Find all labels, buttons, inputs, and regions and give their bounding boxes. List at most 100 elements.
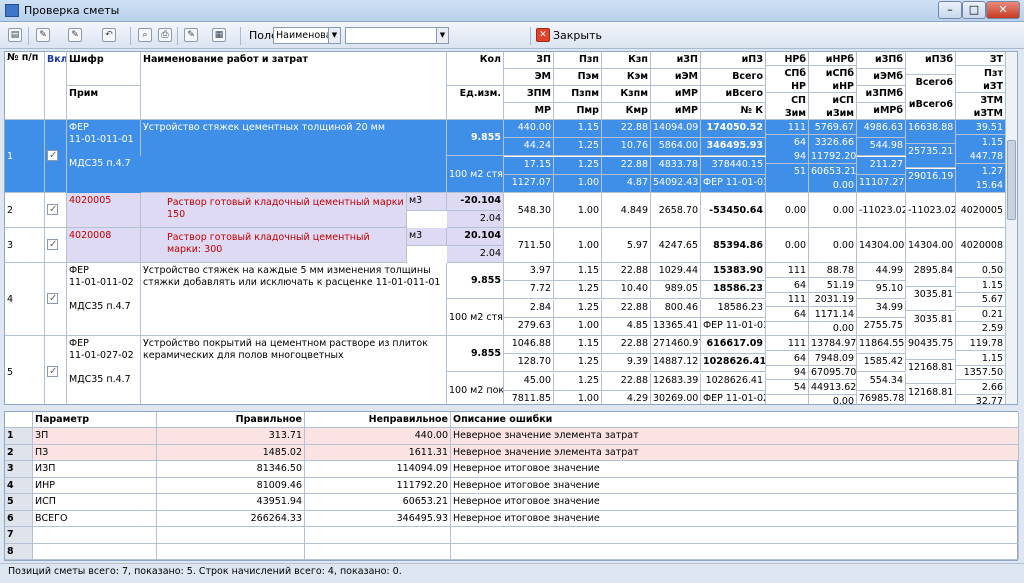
save-icon[interactable]: ▤	[8, 28, 22, 42]
row-e-2: 18586.23	[701, 300, 766, 318]
error-cell-1: ЗП	[33, 428, 157, 445]
row-h-2: 34.99	[857, 300, 906, 318]
header-c-3: Кмр	[602, 103, 651, 120]
row-b-2: 1.25	[554, 300, 602, 318]
row-name[interactable]: Раствор готовый кладочный цементный марк…	[141, 193, 407, 228]
chevron-down-icon[interactable]: ▼	[328, 28, 340, 43]
row-d-0: 14094.09	[651, 120, 701, 138]
row-checkbox[interactable]	[45, 193, 67, 228]
header-h-0: иЗПб	[857, 52, 906, 69]
error-cell-1: ИНР	[33, 477, 157, 494]
error-cell-3	[305, 543, 451, 560]
row-value-6: 0.00	[809, 228, 857, 263]
enabled-checkbox[interactable]	[47, 202, 58, 218]
row-number[interactable]: 2	[5, 193, 45, 228]
row-h-0: 4986.63	[857, 120, 906, 138]
close-window-button[interactable]: ✕	[986, 1, 1020, 19]
error-row-number: 1	[5, 428, 33, 445]
header-num: № п/п	[5, 52, 45, 120]
undo-icon[interactable]: ↶	[102, 28, 116, 42]
field-select[interactable]: Наименован ▼	[273, 27, 341, 44]
row-a-3: 1127.07	[504, 175, 554, 193]
row-unit: м3	[407, 193, 447, 211]
row-number[interactable]: 1	[5, 120, 45, 193]
format-icon[interactable]: ✎	[184, 28, 198, 42]
print-icon[interactable]: ⎙	[158, 28, 172, 42]
edit-icon[interactable]: ✎	[68, 28, 82, 42]
row-e-0: 15383.90	[701, 263, 766, 281]
enabled-checkbox[interactable]	[47, 291, 58, 307]
header-i-0: иПЗб	[906, 52, 956, 75]
table-icon[interactable]: ▦	[212, 28, 226, 42]
error-cell-3: 1611.31	[305, 444, 451, 461]
row-name[interactable]: Устройство покрытий на цементном раствор…	[141, 336, 447, 404]
scroll-thumb[interactable]	[1007, 140, 1016, 220]
row-checkbox[interactable]	[45, 336, 67, 404]
row-d-1: 14887.12	[651, 354, 701, 372]
header-b-2: Пзпм	[554, 86, 602, 103]
error-cell-4	[451, 527, 1019, 544]
row-code[interactable]: 4020008	[67, 228, 141, 263]
enabled-checkbox[interactable]	[47, 148, 58, 164]
header-prim: Прим	[67, 86, 141, 120]
row-a-1: 128.70	[504, 354, 554, 372]
row-checkbox[interactable]	[45, 228, 67, 263]
row-name[interactable]: Устройство стяжек на каждые 5 мм изменен…	[141, 263, 447, 336]
filter-icon[interactable]: ✎	[36, 28, 50, 42]
row-g-3: 1171.14	[809, 307, 857, 322]
row-c-2: 22.88	[602, 157, 651, 175]
error-cell-1	[33, 543, 157, 560]
row-e-1: 18586.23	[701, 281, 766, 299]
errors-header-3: Описание ошибки	[451, 412, 1019, 428]
row-a-0: 1046.88	[504, 336, 554, 354]
row-a-2: 45.00	[504, 373, 554, 391]
row-h-1: 1585.42	[857, 354, 906, 372]
minimize-button[interactable]: –	[938, 1, 962, 19]
row-g-4: 0.00	[809, 394, 857, 404]
chevron-down-icon[interactable]: ▼	[436, 28, 448, 43]
error-cell-3: 346495.93	[305, 510, 451, 527]
row-j-2: 5.67	[956, 292, 1006, 307]
maximize-button[interactable]: □	[962, 1, 986, 19]
close-button[interactable]: Закрыть	[553, 27, 602, 44]
header-e-0: иПЗ	[701, 52, 766, 69]
enabled-checkbox[interactable]	[47, 364, 58, 380]
header-j-4: иЗТМ	[956, 106, 1006, 120]
row-code[interactable]: 4020005	[67, 193, 141, 228]
row-e-1: 346495.93	[701, 138, 766, 156]
vertical-scrollbar[interactable]	[1005, 52, 1017, 404]
row-a-3: 7811.85	[504, 391, 554, 404]
row-checkbox[interactable]	[45, 120, 67, 193]
row-prim: МДС35 п.4.7	[69, 301, 131, 312]
row-e-2: 1028626.41	[701, 373, 766, 391]
row-kol: 9.855	[447, 120, 504, 156]
row-value-1: 1.00	[554, 193, 602, 228]
row-c-0: 22.88	[602, 336, 651, 354]
errors-header-0: Параметр	[33, 412, 157, 428]
close-icon[interactable]: ✕	[536, 28, 550, 42]
row-name[interactable]: Устройство стяжек цементных толщиной 20 …	[141, 120, 447, 193]
row-number[interactable]: 5	[5, 336, 45, 404]
row-h-2: 211.27	[857, 157, 906, 175]
header-a-3: МР	[504, 103, 554, 120]
row-j-0: 119.78	[956, 336, 1006, 351]
row-e-3: ФЕР 11-01-01	[701, 318, 766, 336]
error-row-number: 3	[5, 461, 33, 478]
row-checkbox[interactable]	[45, 263, 67, 336]
search-icon[interactable]: ⌕	[138, 28, 152, 42]
error-cell-2: 81009.46	[157, 477, 305, 494]
enabled-checkbox[interactable]	[47, 237, 58, 253]
row-name[interactable]: Раствор готовый кладочный цементный марк…	[141, 228, 407, 263]
value-select[interactable]: ▼	[345, 27, 449, 44]
header-e-3: № К	[701, 103, 766, 120]
row-h-1: 544.98	[857, 138, 906, 156]
row-b-1: 1.25	[554, 281, 602, 299]
row-number[interactable]: 3	[5, 228, 45, 263]
header-g-0: иНРб	[809, 52, 857, 66]
row-j-3: 1.27	[956, 164, 1006, 179]
header-f-0: НРб	[766, 52, 809, 66]
row-i-2: 12168.81	[906, 385, 956, 404]
row-number[interactable]: 4	[5, 263, 45, 336]
header-j-0: ЗТ	[956, 52, 1006, 66]
row-h-0: 44.99	[857, 263, 906, 281]
